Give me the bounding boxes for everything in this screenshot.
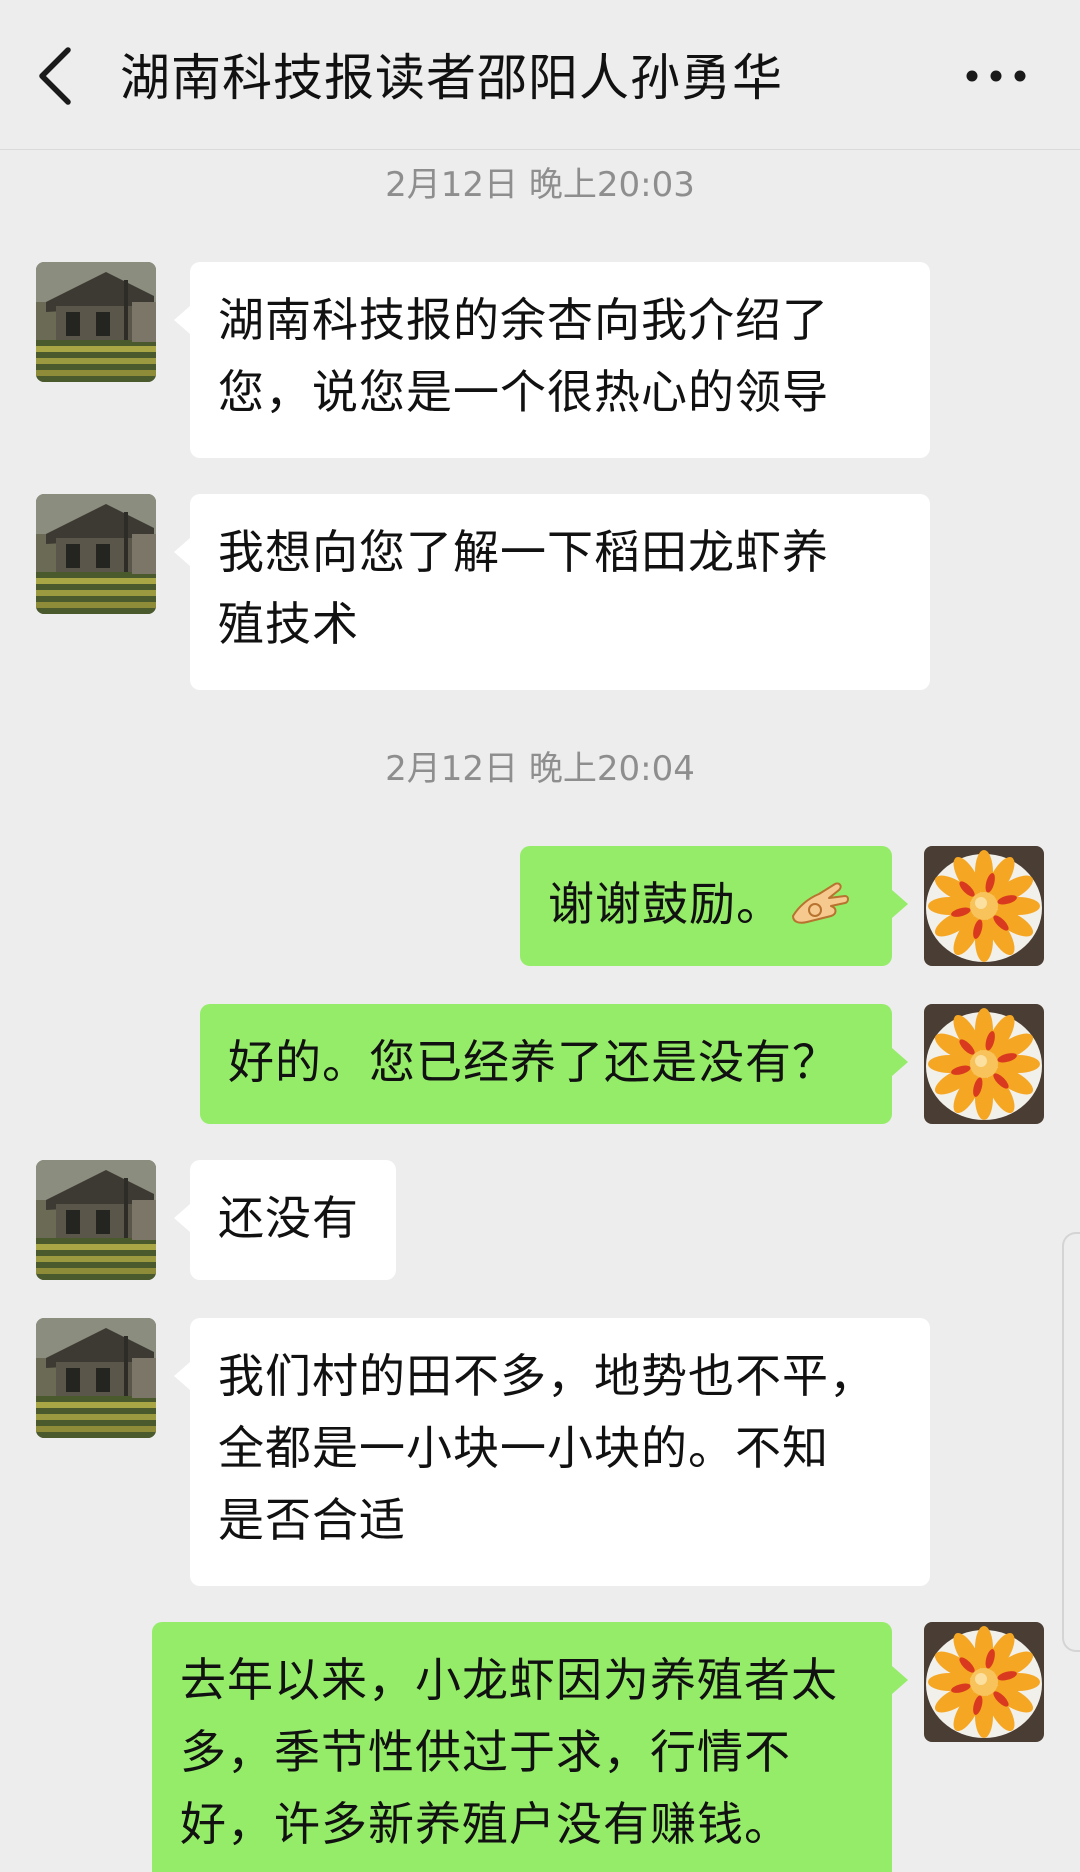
message-line: 殖技术 xyxy=(218,597,359,651)
message-bubble-incoming[interactable]: 湖南科技报的余杏向我介绍了 您，说您是一个很热心的领导 xyxy=(174,262,930,458)
contact-avatar-image xyxy=(36,262,156,382)
message-line: 是否合适 xyxy=(218,1493,406,1547)
chat-title: 湖南科技报读者邵阳人孙勇华 xyxy=(120,49,783,107)
message-bubble-incoming[interactable]: 我想向您了解一下稻田龙虾养 殖技术 xyxy=(174,494,930,690)
more-options-button[interactable] xyxy=(958,46,1034,106)
message-line: 去年以来，小龙虾因为养殖者太 xyxy=(180,1653,838,1707)
contact-avatar-image xyxy=(36,1160,156,1280)
message-bubble-outgoing[interactable]: 谢谢鼓励。 xyxy=(520,846,908,966)
chat-screen: 湖南科技报读者邵阳人孙勇华 2月12日 晚上20:03 湖南科技报的余杏向我介绍… xyxy=(0,0,1080,1872)
message-line: 您，说您是一个很热心的领导 xyxy=(218,365,829,419)
message-bubble-incoming[interactable]: 我们村的田不多，地势也不平， 全都是一小块一小块的。不知 是否合适 xyxy=(174,1318,930,1586)
contact-avatar[interactable] xyxy=(36,262,156,382)
message-line: 全都是一小块一小块的。不知 xyxy=(218,1421,829,1475)
message-line: 好，许多新养殖户没有赚钱。 xyxy=(180,1797,791,1851)
contact-avatar-image xyxy=(36,1318,156,1438)
message-line: 好的。您已经养了还是没有？ xyxy=(228,1035,839,1089)
message-line: 谢谢鼓励。 xyxy=(548,877,783,931)
chat-header: 湖南科技报读者邵阳人孙勇华 xyxy=(0,0,1080,150)
contact-avatar[interactable] xyxy=(36,1318,156,1438)
message-timestamp: 2月12日 晚上20:04 xyxy=(385,749,695,789)
message-line: 多，季节性供过于求，行情不 xyxy=(180,1725,791,1779)
user-avatar-image xyxy=(924,1622,1044,1742)
user-avatar-image xyxy=(924,846,1044,966)
ok-hand-emoji-icon xyxy=(792,882,849,924)
message-line: 还没有 xyxy=(218,1191,359,1245)
message-bubble-outgoing[interactable]: 去年以来，小龙虾因为养殖者太 多，季节性供过于求，行情不 好，许多新养殖户没有赚… xyxy=(152,1622,908,1872)
message-line: 我想向您了解一下稻田龙虾养 xyxy=(218,525,829,579)
message-bubble-incoming[interactable]: 还没有 xyxy=(174,1160,396,1280)
message-line: 我们村的田不多，地势也不平， xyxy=(218,1349,876,1403)
message-timestamp: 2月12日 晚上20:03 xyxy=(385,165,695,205)
chevron-left-icon xyxy=(39,47,71,105)
contact-avatar[interactable] xyxy=(36,494,156,614)
message-bubble-outgoing[interactable]: 好的。您已经养了还是没有？ xyxy=(200,1004,908,1124)
user-avatar[interactable] xyxy=(924,1004,1044,1124)
contact-avatar-image xyxy=(36,494,156,614)
user-avatar-image xyxy=(924,1004,1044,1124)
back-button[interactable] xyxy=(28,36,92,116)
scrollbar[interactable] xyxy=(1062,1232,1080,1652)
user-avatar[interactable] xyxy=(924,1622,1044,1742)
message-line: 湖南科技报的余杏向我介绍了 xyxy=(218,293,829,347)
contact-avatar[interactable] xyxy=(36,1160,156,1280)
user-avatar[interactable] xyxy=(924,846,1044,966)
more-horizontal-icon xyxy=(966,70,1026,82)
